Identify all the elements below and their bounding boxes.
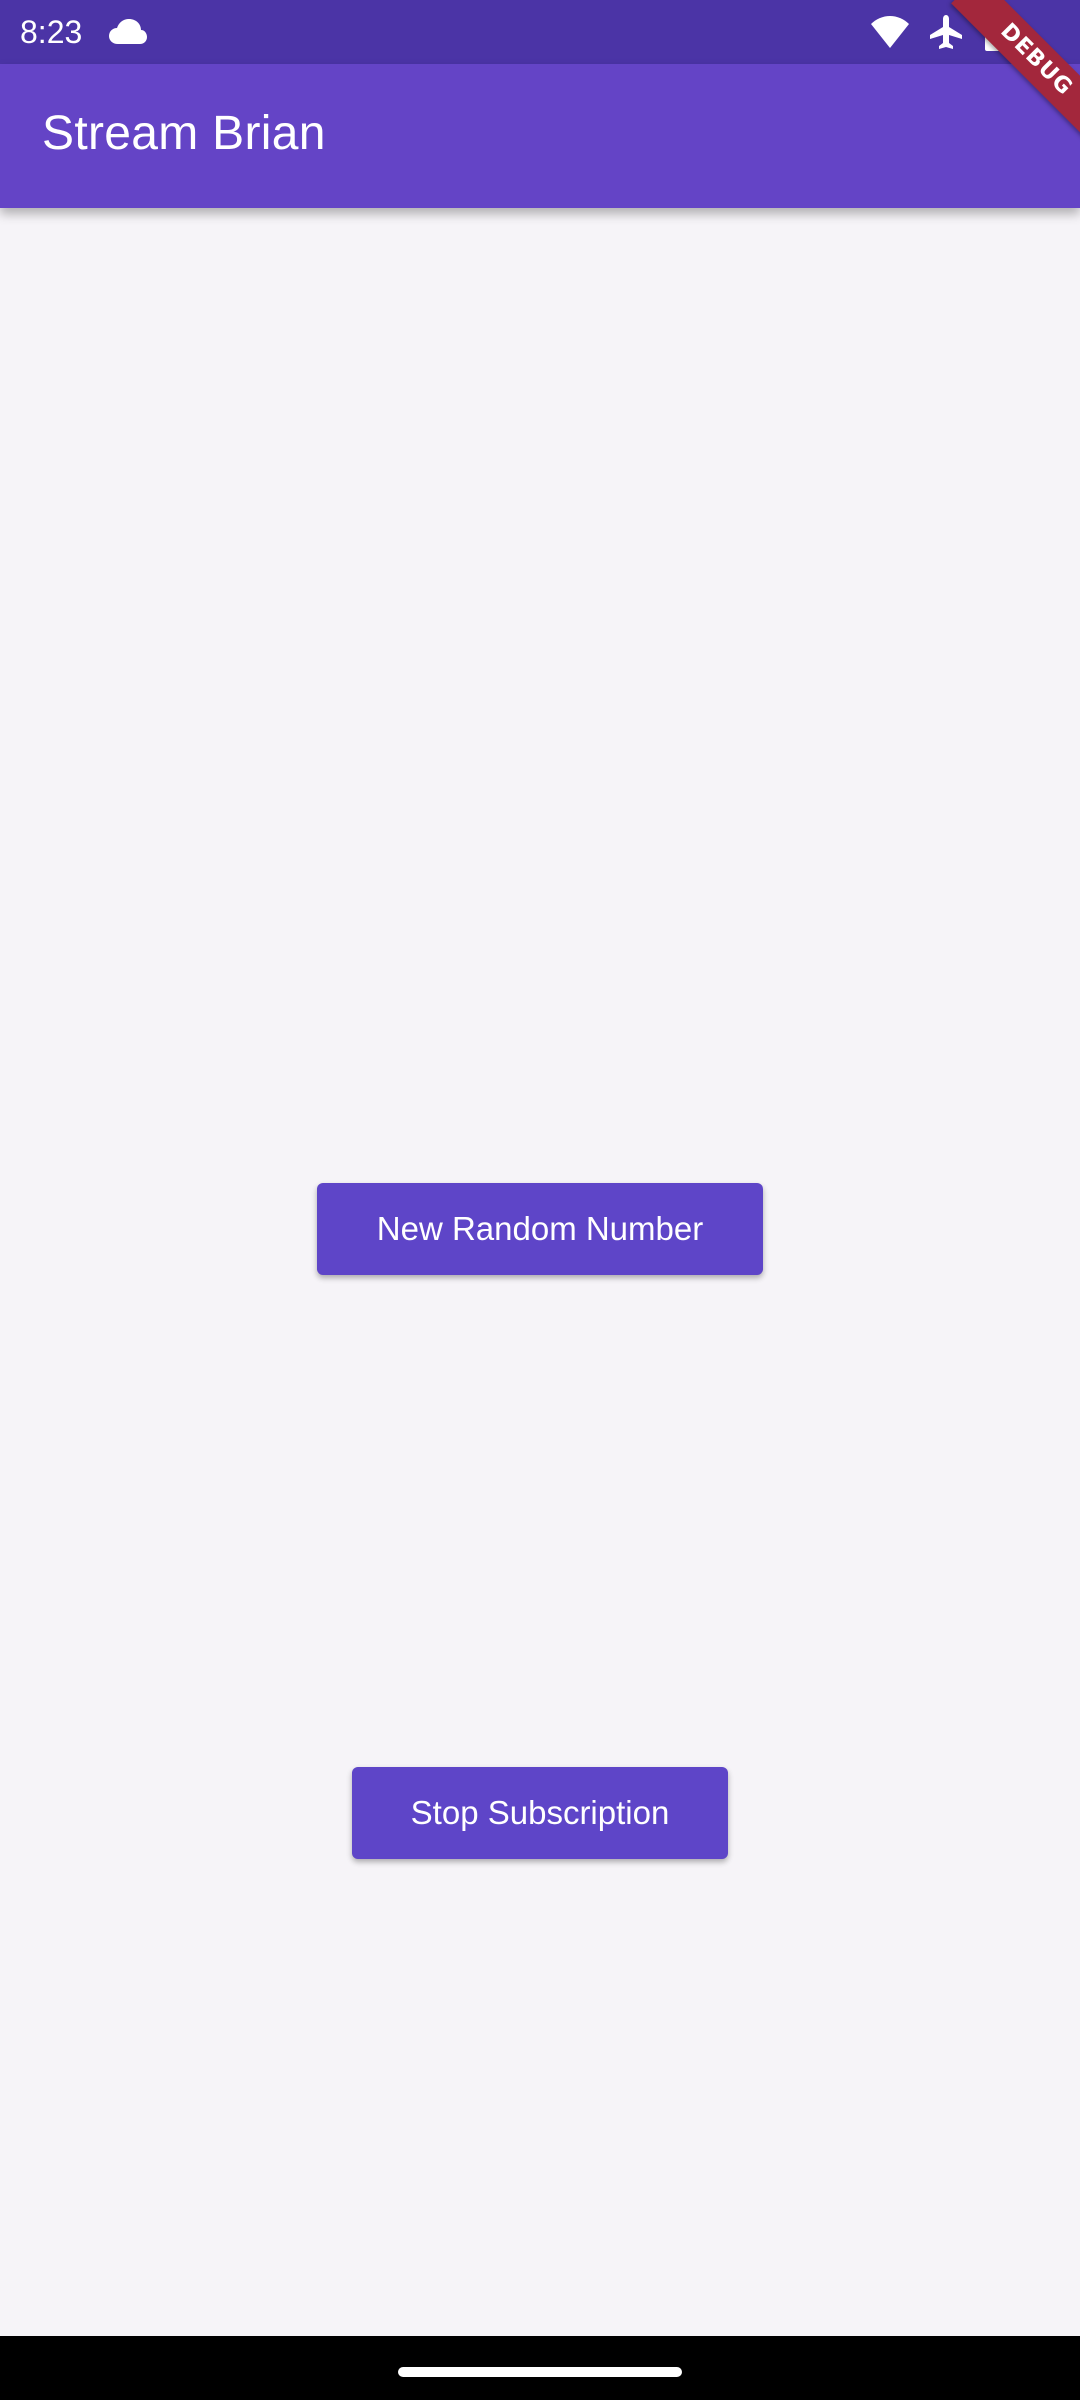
app-bar: Stream Brian (0, 64, 1080, 208)
new-random-number-button[interactable]: New Random Number (317, 1183, 763, 1275)
status-bar: 8:23 (0, 0, 1080, 64)
wifi-icon (870, 14, 910, 50)
app-screen: 8:23 Stream Brian DEBUG New Random Numbe… (0, 0, 1080, 2400)
airplane-mode-icon (928, 14, 964, 50)
app-title: Stream Brian (42, 107, 326, 160)
stop-subscription-button[interactable]: Stop Subscription (352, 1767, 728, 1859)
home-gesture-handle[interactable] (398, 2367, 682, 2377)
cloud-icon (108, 18, 148, 46)
status-time: 8:23 (20, 14, 83, 50)
